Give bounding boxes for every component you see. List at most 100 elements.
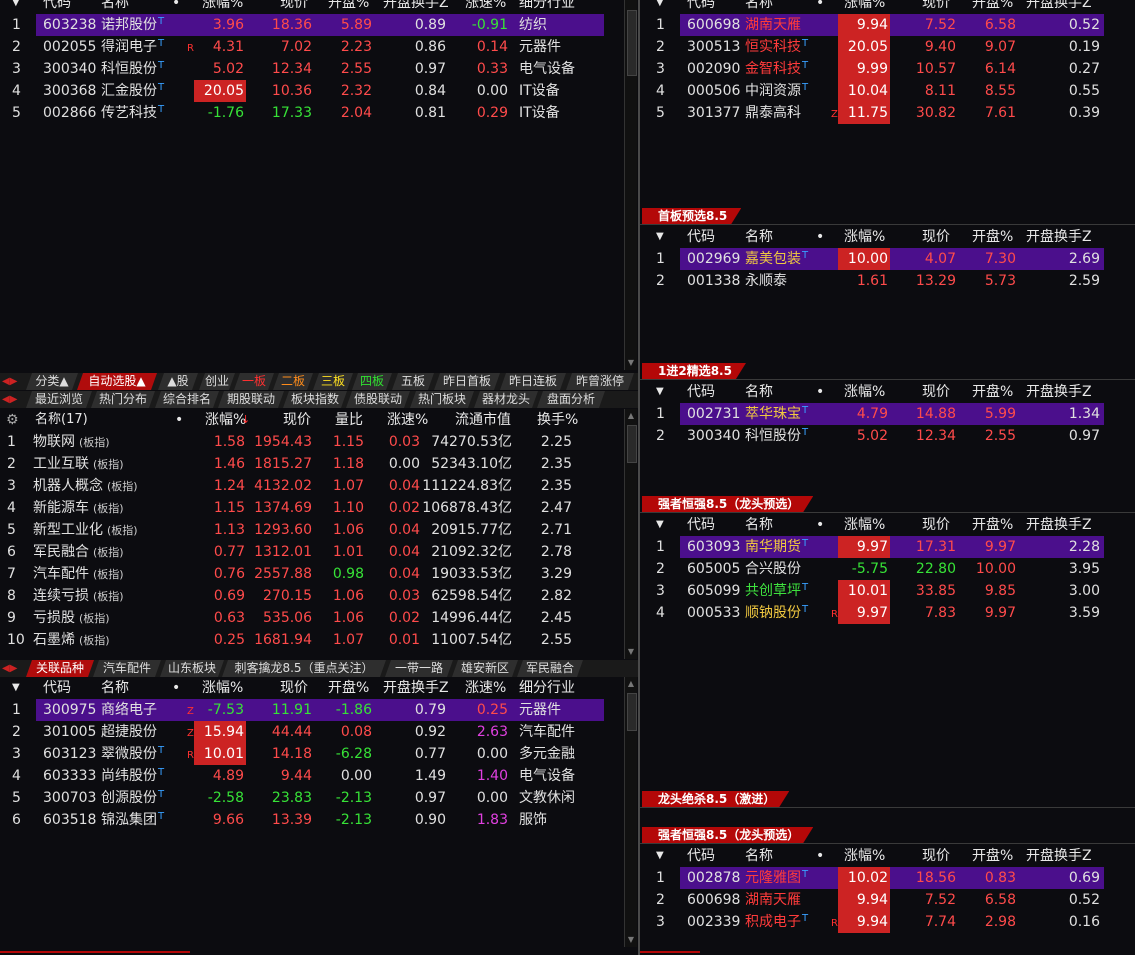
column-header[interactable]: 名称 [101, 677, 129, 699]
stock-row[interactable]: 2 002055 得润电子T R 4.31 7.02 2.23 0.86 0.14 元器件 [0, 36, 625, 58]
scroll-thumb[interactable] [627, 10, 637, 76]
stock-row[interactable]: 3 300340 科恒股份T 5.02 12.34 2.55 0.97 0.33 电气设备 [0, 58, 625, 80]
column-header[interactable]: 名称 [745, 381, 773, 403]
column-header[interactable]: 细分行业 [519, 0, 575, 14]
tab-tabs_row1-6[interactable]: 三板 [313, 373, 353, 390]
tab-tabs_row2-5[interactable]: 债股联动 [346, 391, 410, 408]
stock-row[interactable]: 1 603238 诺邦股份T 3.96 18.36 5.89 0.89 -0.91 纺织 [12, 14, 604, 36]
column-header[interactable]: 代码 [687, 226, 715, 248]
column-header[interactable]: 现价 [280, 0, 308, 14]
panel-title-tab[interactable]: 强者恒强8.5（龙头预选） [642, 827, 813, 843]
column-header[interactable]: • [172, 0, 180, 14]
column-header[interactable]: 流通市值 [455, 409, 511, 431]
column-header[interactable]: 开盘% [328, 0, 369, 14]
column-header[interactable]: 名称 [745, 845, 773, 867]
column-header[interactable]: 量比 [335, 409, 363, 431]
column-header[interactable]: 名称(17) [35, 409, 88, 431]
column-header[interactable]: • [816, 0, 824, 14]
stock-row[interactable]: 1 603093 南华期货T 9.97 17.31 9.97 2.28 [656, 536, 1104, 558]
column-header[interactable]: • [816, 514, 824, 536]
sector-row[interactable]: 5 新型工业化 (板指) 1.13 1293.60 1.06 0.04 20915.77亿 2.… [0, 519, 625, 541]
stock-row[interactable]: 3 002339 积成电子T R 9.94 7.74 2.98 0.16 [640, 911, 1135, 933]
stock-row[interactable]: 3 605099 共创草坪T 10.01 33.85 9.85 3.00 [640, 580, 1135, 602]
tab-tabs_row1-3[interactable]: 创业 [199, 373, 235, 390]
stock-row[interactable]: 4 000533 顺钠股份T R 9.97 7.83 9.97 3.59 [640, 602, 1135, 624]
tab-tabs_row2-4[interactable]: 板块指数 [283, 391, 347, 408]
tab-tabs_row1-8[interactable]: 五板 [392, 373, 434, 390]
sort-caret-icon[interactable]: ▼ [12, 677, 20, 699]
column-header[interactable]: 现价 [922, 514, 950, 536]
sort-caret-icon[interactable]: ▼ [656, 845, 664, 867]
stock-row[interactable]: 2 605005 合兴股份 -5.75 22.80 10.00 3.95 [640, 558, 1135, 580]
stock-row[interactable]: 1 002878 元隆雅图T 10.02 18.56 0.83 0.69 [656, 867, 1104, 889]
tab-tabs_row3-1[interactable]: 汽车配件 [93, 660, 161, 677]
scrollbar-related[interactable]: ▲ ▼ [624, 677, 637, 947]
panel-title-tab[interactable]: 龙头绝杀8.5（激进） [642, 791, 789, 807]
scrollbar-top-left[interactable]: ▼ [624, 0, 637, 370]
stock-row[interactable]: 4 603333 尚纬股份T 4.89 9.44 0.00 1.49 1.40 电气设备 [0, 765, 625, 787]
column-header[interactable]: • [175, 409, 183, 431]
column-header[interactable]: 开盘换手Z [383, 0, 449, 14]
sort-caret-icon[interactable]: ▼ [656, 514, 664, 536]
tab-tabs_row3-5[interactable]: 雄安新区 [452, 660, 518, 677]
column-header[interactable]: 细分行业 [519, 677, 575, 699]
stock-row[interactable]: 4 300368 汇金股份T 20.05 10.36 2.32 0.84 0.00 IT设备 [0, 80, 625, 102]
column-header[interactable]: 现价 [922, 845, 950, 867]
stock-row[interactable]: 3 002090 金智科技T 9.99 10.57 6.14 0.27 [640, 58, 1135, 80]
tab-tabs_row1-0[interactable]: 分类▲ [26, 373, 78, 390]
sort-caret-icon[interactable]: ▼ [656, 381, 664, 403]
panel-title-tab[interactable]: 首板预选8.5 [642, 208, 741, 224]
column-header[interactable]: 现价 [922, 226, 950, 248]
column-header[interactable]: 名称 [745, 226, 773, 248]
tab-tabs_row2-1[interactable]: 热门分布 [91, 391, 155, 408]
sector-row[interactable]: 4 新能源车 (板指) 1.15 1374.69 1.10 0.02 106878.43亿 2.… [0, 497, 625, 519]
column-header[interactable]: 开盘% [972, 514, 1013, 536]
tab-tabs_row3-3[interactable]: 刺客擒龙8.5（重点关注） [222, 660, 386, 677]
tab-tabs_row3-0[interactable]: 关联品种 [26, 660, 94, 677]
column-header[interactable]: 代码 [687, 381, 715, 403]
scroll-down-arrow[interactable]: ▼ [626, 935, 636, 945]
stock-row[interactable]: 4 000506 中润资源T 10.04 8.11 8.55 0.55 [640, 80, 1135, 102]
column-header[interactable]: 开盘换手Z [1026, 381, 1092, 403]
stock-row[interactable]: 5 301377 鼎泰高科 Z 11.75 30.82 7.61 0.39 [640, 102, 1135, 124]
stock-row[interactable]: 3 603123 翠微股份T R 10.01 14.18 -6.28 0.77 0.00 多元金融 [0, 743, 625, 765]
sector-row[interactable]: 8 连续亏损 (板指) 0.69 270.15 1.06 0.03 62598.54亿 2.82 [0, 585, 625, 607]
sector-row[interactable]: 10 石墨烯 (板指) 0.25 1681.94 1.07 0.01 11007.54亿 2.5… [0, 629, 625, 651]
sector-row[interactable]: 1 物联网 (板指) 1.58 1954.43 1.15 0.03 74270.53亿 2.25 [0, 431, 625, 453]
gear-icon[interactable]: ⚙ [6, 409, 19, 431]
tab-tabs_row1-10[interactable]: 昨日连板 [500, 373, 566, 390]
stock-row[interactable]: 1 002731 萃华珠宝T 4.79 14.88 5.99 1.34 [656, 403, 1104, 425]
tab-tabs_row3-4[interactable]: 一带一路 [385, 660, 453, 677]
column-header[interactable]: 涨速% [387, 409, 428, 431]
column-header[interactable]: 涨幅% [844, 0, 885, 14]
sector-row[interactable]: 9 亏损股 (板指) 0.63 535.06 1.06 0.02 14996.44亿 2.45 [0, 607, 625, 629]
stock-row[interactable]: 2 300340 科恒股份T 5.02 12.34 2.55 0.97 [640, 425, 1135, 447]
column-header[interactable]: 涨速% [465, 677, 506, 699]
scroll-thumb[interactable] [627, 693, 637, 731]
tab-scroll-arrows-icon[interactable]: ◀▶ [2, 389, 17, 411]
column-header[interactable]: 代码 [687, 514, 715, 536]
column-header[interactable]: 涨幅% [844, 226, 885, 248]
sort-caret-icon[interactable]: ▼ [656, 0, 664, 14]
column-header[interactable]: • [172, 677, 180, 699]
column-header[interactable]: 代码 [687, 845, 715, 867]
scroll-up-arrow[interactable]: ▲ [626, 411, 636, 421]
column-header[interactable]: 开盘换手Z [383, 677, 449, 699]
column-header[interactable]: 开盘换手Z [1026, 514, 1092, 536]
sort-caret-icon[interactable]: ▼ [656, 226, 664, 248]
tab-tabs_row1-2[interactable]: ▲股 [158, 373, 198, 390]
tab-tabs_row2-7[interactable]: 器材龙头 [474, 391, 538, 408]
column-header[interactable]: 开盘换手Z [1026, 845, 1092, 867]
column-header[interactable]: 开盘% [972, 845, 1013, 867]
tab-tabs_row1-4[interactable]: 一板 [234, 373, 274, 390]
column-header[interactable]: 现价 [280, 677, 308, 699]
sector-row[interactable]: 2 工业互联 (板指) 1.46 1815.27 1.18 0.00 52343.10亿 2.3… [0, 453, 625, 475]
stock-row[interactable]: 2 300513 恒实科技T 20.05 9.40 9.07 0.19 [640, 36, 1135, 58]
stock-row[interactable]: 2 001338 永顺泰 1.61 13.29 5.73 2.59 [640, 270, 1135, 292]
column-header[interactable]: 开盘% [972, 226, 1013, 248]
column-header[interactable]: 名称 [745, 0, 773, 14]
column-header[interactable]: 涨幅% [844, 381, 885, 403]
scroll-thumb[interactable] [627, 425, 637, 463]
column-header[interactable]: 名称 [101, 0, 129, 14]
tab-tabs_row2-0[interactable]: 最近浏览 [26, 391, 92, 408]
